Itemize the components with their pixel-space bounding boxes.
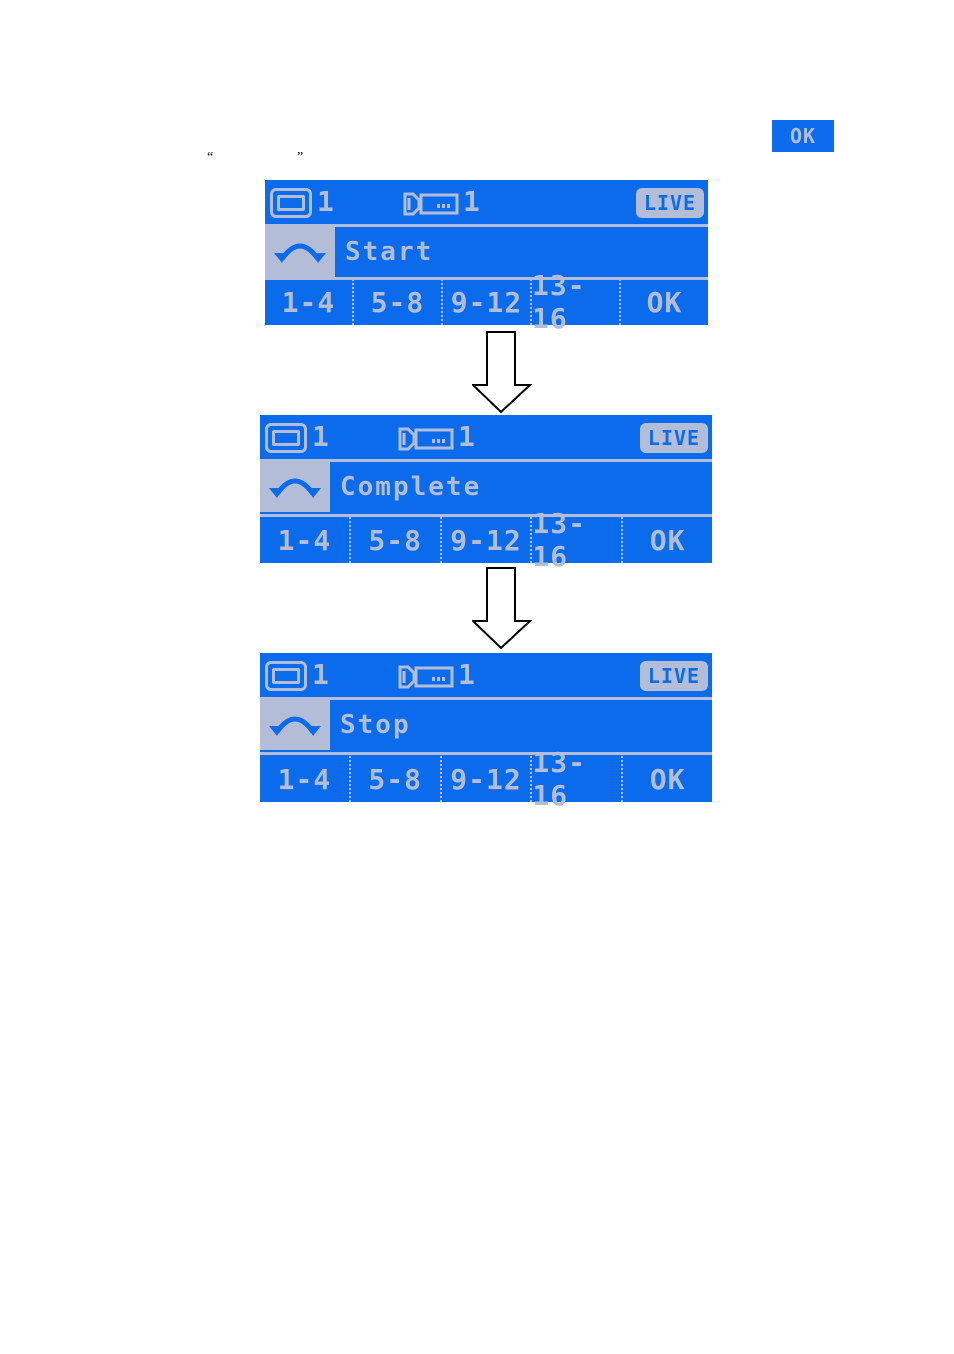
tour-arc-arrows-icon [260,700,330,750]
monitor-number: 1 [312,658,329,691]
divider [260,752,712,755]
ok-button[interactable]: OK [623,517,712,563]
channel-button-row: 1-4 5-8 9-12 13-16 OK [260,507,712,573]
message-row: Complete [260,462,712,512]
channel-13-16-button[interactable]: 13-16 [532,507,624,573]
ok-button[interactable]: OK [623,756,712,802]
live-badge: LIVE [636,188,704,218]
message-row: Start [265,227,708,277]
monitor-icon [265,423,307,453]
lcd-screen-complete: 1 1 LIVE Complete 1-4 5-8 9-12 13-16 OK [260,415,712,573]
camera-number: 1 [458,420,475,453]
camera-icon [398,665,454,689]
down-arrow-icon [472,567,532,650]
camera-number: 1 [458,658,475,691]
message-text: Complete [340,472,482,502]
camera-number: 1 [463,185,480,218]
live-badge: LIVE [640,661,708,691]
monitor-icon [270,188,312,218]
camera-icon [398,427,454,451]
monitor-number: 1 [312,420,329,453]
channel-9-12-button[interactable]: 9-12 [442,517,533,563]
message-row: Stop [260,700,712,750]
channel-9-12-button[interactable]: 9-12 [443,279,532,325]
tour-arc-arrows-icon [260,462,330,512]
monitor-number: 1 [317,185,334,218]
status-bar: 1 1 LIVE [260,415,712,459]
channel-1-4-button[interactable]: 1-4 [260,756,351,802]
channel-9-12-button[interactable]: 9-12 [442,756,533,802]
open-quote: “ [207,150,214,165]
channel-button-row: 1-4 5-8 9-12 13-16 OK [265,269,708,335]
tour-arc-arrows-icon [265,227,335,277]
channel-5-8-button[interactable]: 5-8 [351,517,442,563]
ok-button[interactable]: OK [621,279,708,325]
channel-5-8-button[interactable]: 5-8 [354,279,443,325]
message-text: Stop [340,710,411,740]
monitor-icon [265,661,307,691]
channel-button-row: 1-4 5-8 9-12 13-16 OK [260,746,712,812]
lcd-screen-stop: 1 1 LIVE Stop 1-4 5-8 9-12 13-16 OK [260,653,712,812]
close-quote: ” [297,150,304,165]
status-bar: 1 1 LIVE [260,653,712,697]
ok-key-badge: OK [772,120,834,152]
channel-13-16-button[interactable]: 13-16 [532,269,621,335]
channel-13-16-button[interactable]: 13-16 [532,746,624,812]
message-text: Start [345,237,434,267]
channel-5-8-button[interactable]: 5-8 [351,756,442,802]
down-arrow-icon [472,331,532,414]
status-bar: 1 1 LIVE [265,180,708,224]
channel-1-4-button[interactable]: 1-4 [265,279,354,325]
live-badge: LIVE [640,423,708,453]
camera-icon [403,192,459,216]
lcd-screen-start: 1 1 LIVE Start 1-4 5-8 9-12 13-16 OK [265,180,708,335]
channel-1-4-button[interactable]: 1-4 [260,517,351,563]
